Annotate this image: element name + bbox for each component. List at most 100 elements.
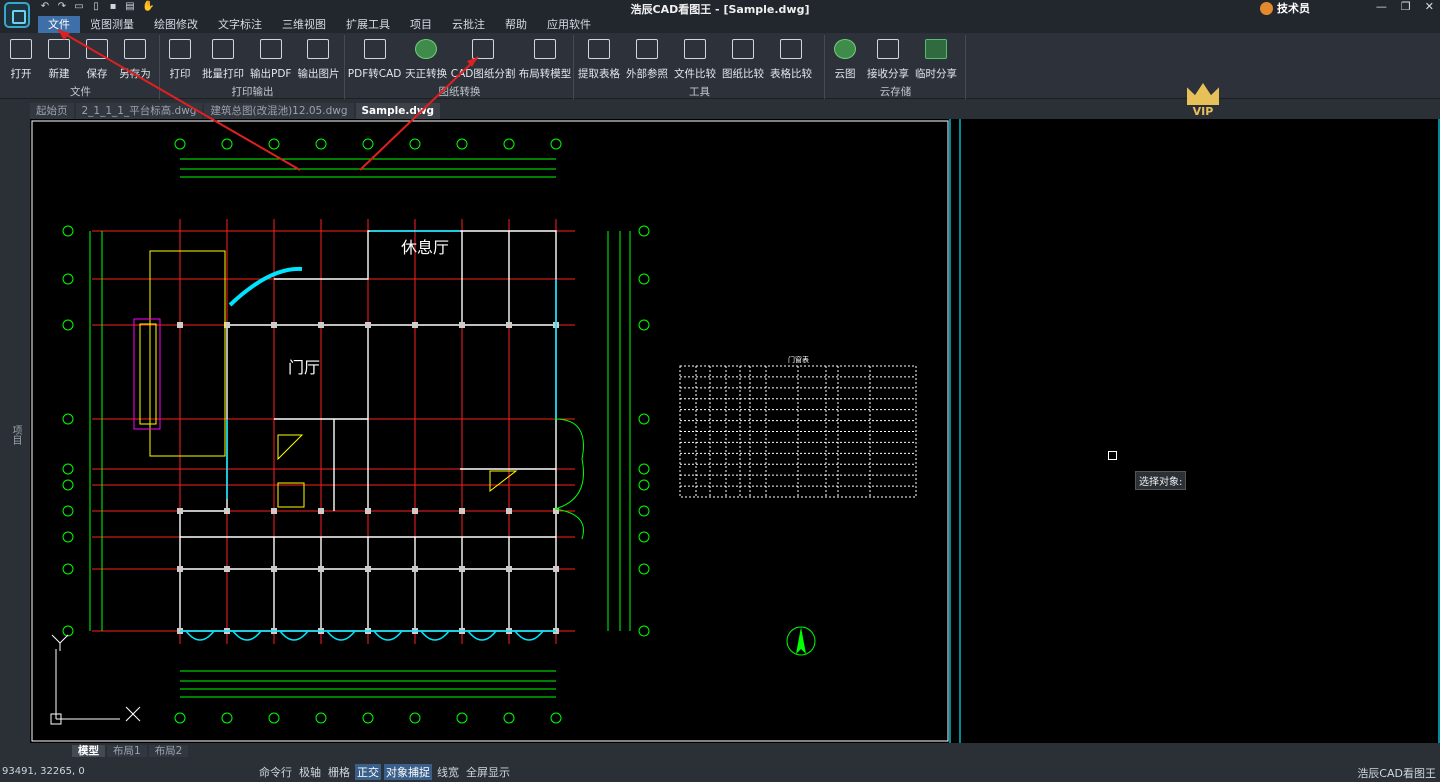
menu-cloud-annotation[interactable]: 云批注 bbox=[442, 16, 495, 33]
north-arrow-icon bbox=[796, 627, 806, 654]
share-icon bbox=[925, 39, 947, 59]
temp-share-button[interactable]: 临时分享 bbox=[912, 35, 960, 81]
file-compare-button[interactable]: 文件比较 bbox=[671, 35, 719, 81]
menu-text-annotation[interactable]: 文字标注 bbox=[208, 16, 272, 33]
axis-bubble bbox=[268, 712, 280, 724]
curved-window bbox=[228, 266, 303, 307]
receive-share-button[interactable]: 接收分享 bbox=[864, 35, 912, 81]
column bbox=[177, 322, 183, 328]
axis-bubble bbox=[638, 531, 650, 543]
export-pdf-button[interactable]: 输出PDF bbox=[247, 35, 294, 81]
user-menu[interactable]: 技术员 bbox=[1260, 0, 1310, 16]
bay-window bbox=[373, 630, 403, 641]
cad-split-button[interactable]: CAD图纸分割 bbox=[449, 35, 517, 81]
tangent-convert-button[interactable]: 天正转换 bbox=[403, 35, 449, 81]
axis-bubble bbox=[62, 505, 74, 517]
layout-to-model-button[interactable]: 布局转模型 bbox=[517, 35, 573, 81]
convert-icon bbox=[415, 39, 438, 59]
column bbox=[318, 322, 324, 328]
table-icon bbox=[588, 39, 610, 59]
group-label-print: 打印输出 bbox=[231, 86, 274, 98]
pdf-icon bbox=[259, 39, 282, 59]
menu-view-measure[interactable]: 览图测量 bbox=[80, 16, 144, 33]
toggle-grid[interactable]: 栅格 bbox=[326, 764, 352, 780]
group-label-cloud: 云存储 bbox=[879, 86, 912, 98]
column bbox=[553, 566, 559, 572]
toggle-osnap[interactable]: 对象捕捉 bbox=[384, 764, 432, 780]
terrace-outline bbox=[149, 250, 226, 457]
vip-label: VIP bbox=[1192, 105, 1214, 118]
user-name: 技术员 bbox=[1277, 2, 1310, 15]
close-icon[interactable]: ✕ bbox=[1425, 0, 1434, 13]
export-image-button[interactable]: 输出图片 bbox=[294, 35, 342, 81]
group-label-tools: 工具 bbox=[689, 86, 710, 98]
bay-window bbox=[326, 630, 356, 641]
axis-bubble bbox=[315, 712, 327, 724]
menu-file[interactable]: 文件 bbox=[38, 16, 80, 33]
column bbox=[506, 322, 512, 328]
crown-icon bbox=[1187, 83, 1219, 105]
select-object-prompt: 选择对象: bbox=[1135, 471, 1187, 490]
axis-bubble bbox=[638, 413, 650, 425]
tab-layout1[interactable]: 布局1 bbox=[107, 745, 147, 757]
status-toggles: 命令行 极轴 栅格 正交 对象捕捉 线宽 全屏显示 bbox=[257, 764, 512, 780]
tab-model[interactable]: 模型 bbox=[72, 745, 105, 757]
layout-tabs: 模型 布局1 布局2 bbox=[72, 745, 189, 757]
minimize-icon[interactable]: — bbox=[1376, 0, 1387, 13]
extract-table-button[interactable]: 提取表格 bbox=[575, 35, 623, 81]
column bbox=[271, 322, 277, 328]
save-as-button[interactable]: 另存为 bbox=[116, 35, 154, 81]
toggle-ortho[interactable]: 正交 bbox=[355, 764, 381, 780]
pdf-to-cad-button[interactable]: PDF转CAD bbox=[346, 35, 403, 81]
open-button[interactable]: 打开 bbox=[2, 35, 40, 81]
new-button[interactable]: 新建 bbox=[40, 35, 78, 81]
drawing-canvas[interactable]: 休息厅 门厅 门窗表 bbox=[30, 119, 1440, 743]
menu-help[interactable]: 帮助 bbox=[495, 16, 537, 33]
toggle-fullscreen[interactable]: 全屏显示 bbox=[464, 764, 512, 780]
axis-bubble bbox=[362, 138, 374, 150]
project-panel-tab[interactable]: 项目 bbox=[8, 425, 23, 445]
ribbon-group-print: 打印 批量打印 输出PDF 输出图片 打印输出 bbox=[161, 35, 345, 99]
tab-platform-elevation[interactable]: 2_1_1_1_平台标高.dwg bbox=[75, 103, 203, 119]
window-controls: — ❐ ✕ bbox=[1376, 0, 1434, 13]
menu-project[interactable]: 项目 bbox=[400, 16, 442, 33]
menu-3d-view[interactable]: 三维视图 bbox=[272, 16, 336, 33]
print-button[interactable]: 打印 bbox=[161, 35, 199, 81]
folder-open-icon bbox=[10, 39, 32, 59]
tab-site-plan[interactable]: 建筑总图(改混池)12.05.dwg bbox=[204, 103, 354, 119]
cloud-icon bbox=[834, 39, 856, 59]
axis-bubble bbox=[62, 225, 74, 237]
split-icon bbox=[472, 39, 495, 59]
menu-apps[interactable]: 应用软件 bbox=[537, 16, 601, 33]
drawing-compare-button[interactable]: 图纸比较 bbox=[719, 35, 767, 81]
batch-print-button[interactable]: 批量打印 bbox=[199, 35, 247, 81]
axis-bubble bbox=[503, 138, 515, 150]
tab-start-page[interactable]: 起始页 bbox=[30, 103, 74, 119]
cloud-drawing-button[interactable]: 云图 bbox=[826, 35, 864, 81]
axis-bubble bbox=[62, 625, 74, 637]
column bbox=[506, 566, 512, 572]
column bbox=[224, 508, 230, 514]
bay-window bbox=[514, 630, 544, 641]
menu-draw-modify[interactable]: 绘图修改 bbox=[144, 16, 208, 33]
tab-sample[interactable]: Sample.dwg bbox=[355, 103, 441, 119]
column bbox=[271, 508, 277, 514]
save-button[interactable]: 保存 bbox=[78, 35, 116, 81]
axis-bubble bbox=[638, 463, 650, 475]
restore-icon[interactable]: ❐ bbox=[1401, 0, 1411, 13]
menu-extension-tools[interactable]: 扩展工具 bbox=[336, 16, 400, 33]
axis-bubble bbox=[268, 138, 280, 150]
xref-button[interactable]: 外部参照 bbox=[623, 35, 671, 81]
ucs-icon bbox=[50, 634, 141, 725]
toggle-lineweight[interactable]: 线宽 bbox=[435, 764, 461, 780]
column bbox=[365, 508, 371, 514]
stair-1 bbox=[277, 434, 304, 461]
group-label-file: 文件 bbox=[70, 86, 91, 98]
toggle-command-line[interactable]: 命令行 bbox=[257, 764, 294, 780]
column bbox=[177, 566, 183, 572]
table-compare-button[interactable]: 表格比较 bbox=[767, 35, 815, 81]
tab-layout2[interactable]: 布局2 bbox=[148, 745, 189, 757]
axis-bubble bbox=[503, 712, 515, 724]
toggle-polar[interactable]: 极轴 bbox=[297, 764, 323, 780]
axis-bubble bbox=[456, 712, 468, 724]
